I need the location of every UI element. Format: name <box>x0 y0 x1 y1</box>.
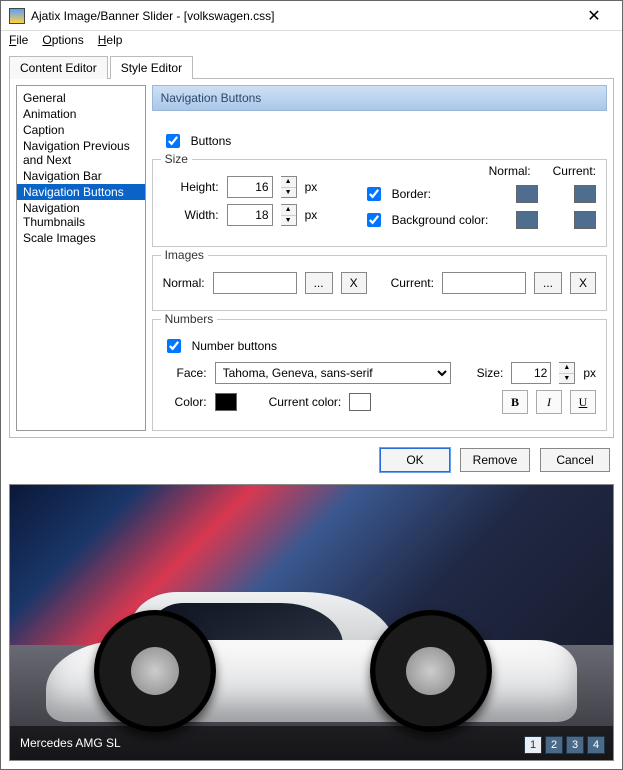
color-swatch[interactable] <box>215 393 237 411</box>
current-header: Current: <box>553 164 596 178</box>
number-buttons-checkbox[interactable] <box>167 339 181 353</box>
nav-buttons: 1234 <box>524 736 605 754</box>
tab-content-editor[interactable]: Content Editor <box>9 56 108 79</box>
tree-item[interactable]: Caption <box>17 122 145 138</box>
editor-tabs: Content Editor Style Editor <box>9 55 614 79</box>
tree-item[interactable]: Navigation Thumbnails <box>17 200 145 230</box>
width-px: px <box>305 208 318 222</box>
images-normal-browse[interactable]: ... <box>305 272 333 294</box>
panel-title: Navigation Buttons <box>152 85 607 111</box>
images-normal-input[interactable] <box>213 272 297 294</box>
height-input[interactable] <box>227 176 273 198</box>
number-buttons-label: Number buttons <box>192 339 277 353</box>
fontsize-spinner[interactable]: ▲▼ <box>559 362 575 384</box>
bgcolor-checkbox[interactable] <box>367 213 381 227</box>
images-current-browse[interactable]: ... <box>534 272 562 294</box>
ok-button[interactable]: OK <box>380 448 450 472</box>
tree-item[interactable]: Navigation Previous and Next <box>17 138 145 168</box>
tree-item[interactable]: Navigation Bar <box>17 168 145 184</box>
bold-button[interactable]: B <box>502 390 528 414</box>
section-list[interactable]: GeneralAnimationCaptionNavigation Previo… <box>16 85 146 431</box>
width-input[interactable] <box>227 204 273 226</box>
nav-button[interactable]: 3 <box>566 736 584 754</box>
images-normal-label: Normal: <box>163 276 205 290</box>
border-current-swatch[interactable] <box>574 185 596 203</box>
preview-pane: Mercedes AMG SL 1234 <box>9 484 614 761</box>
number-buttons-row[interactable]: Number buttons <box>163 336 596 356</box>
images-normal-clear[interactable]: X <box>341 272 367 294</box>
border-label: Border: <box>392 187 508 201</box>
nav-button[interactable]: 4 <box>587 736 605 754</box>
images-current-label: Current: <box>391 276 434 290</box>
buttons-checkbox-row[interactable]: Buttons <box>162 131 597 151</box>
underline-button[interactable]: U <box>570 390 596 414</box>
buttons-checkbox[interactable] <box>166 134 180 148</box>
numbers-legend: Numbers <box>161 312 218 326</box>
color-label: Color: <box>163 395 207 409</box>
width-spinner[interactable]: ▲▼ <box>281 204 297 226</box>
menu-options[interactable]: Options <box>42 33 83 47</box>
size-legend: Size <box>161 152 192 166</box>
buttons-label: Buttons <box>191 134 232 148</box>
height-label: Height: <box>163 180 219 194</box>
tree-item[interactable]: Navigation Buttons <box>17 184 145 200</box>
close-icon[interactable]: ✕ <box>574 6 614 26</box>
nav-button[interactable]: 2 <box>545 736 563 754</box>
slide-caption: Mercedes AMG SL <box>20 736 121 750</box>
images-current-clear[interactable]: X <box>570 272 596 294</box>
nav-button[interactable]: 1 <box>524 736 542 754</box>
height-spinner[interactable]: ▲▼ <box>281 176 297 198</box>
tree-item[interactable]: Animation <box>17 106 145 122</box>
face-label: Face: <box>163 366 207 380</box>
cancel-button[interactable]: Cancel <box>540 448 610 472</box>
bgcolor-normal-swatch[interactable] <box>516 211 538 229</box>
menu-help[interactable]: Help <box>98 33 123 47</box>
app-icon <box>9 8 25 24</box>
fontsize-px: px <box>583 366 596 380</box>
tab-style-editor[interactable]: Style Editor <box>110 56 193 79</box>
tree-item[interactable]: Scale Images <box>17 230 145 246</box>
border-normal-swatch[interactable] <box>516 185 538 203</box>
face-select[interactable]: Tahoma, Geneva, sans-serif <box>215 362 451 384</box>
window-title: Ajatix Image/Banner Slider - [volkswagen… <box>31 9 574 23</box>
menu-file[interactable]: File <box>9 33 28 47</box>
fontsize-input[interactable] <box>511 362 551 384</box>
italic-button[interactable]: I <box>536 390 562 414</box>
car-illustration <box>46 590 577 722</box>
bgcolor-label: Background color: <box>392 213 508 227</box>
bgcolor-current-swatch[interactable] <box>574 211 596 229</box>
images-current-input[interactable] <box>442 272 526 294</box>
images-legend: Images <box>161 248 208 262</box>
remove-button[interactable]: Remove <box>460 448 530 472</box>
tree-item[interactable]: General <box>17 90 145 106</box>
width-label: Width: <box>163 208 219 222</box>
normal-header: Normal: <box>489 164 531 178</box>
curcolor-swatch[interactable] <box>349 393 371 411</box>
border-checkbox[interactable] <box>367 187 381 201</box>
curcolor-label: Current color: <box>269 395 342 409</box>
fontsize-label: Size: <box>477 366 504 380</box>
menubar: File Options Help <box>1 31 622 49</box>
height-px: px <box>305 180 318 194</box>
